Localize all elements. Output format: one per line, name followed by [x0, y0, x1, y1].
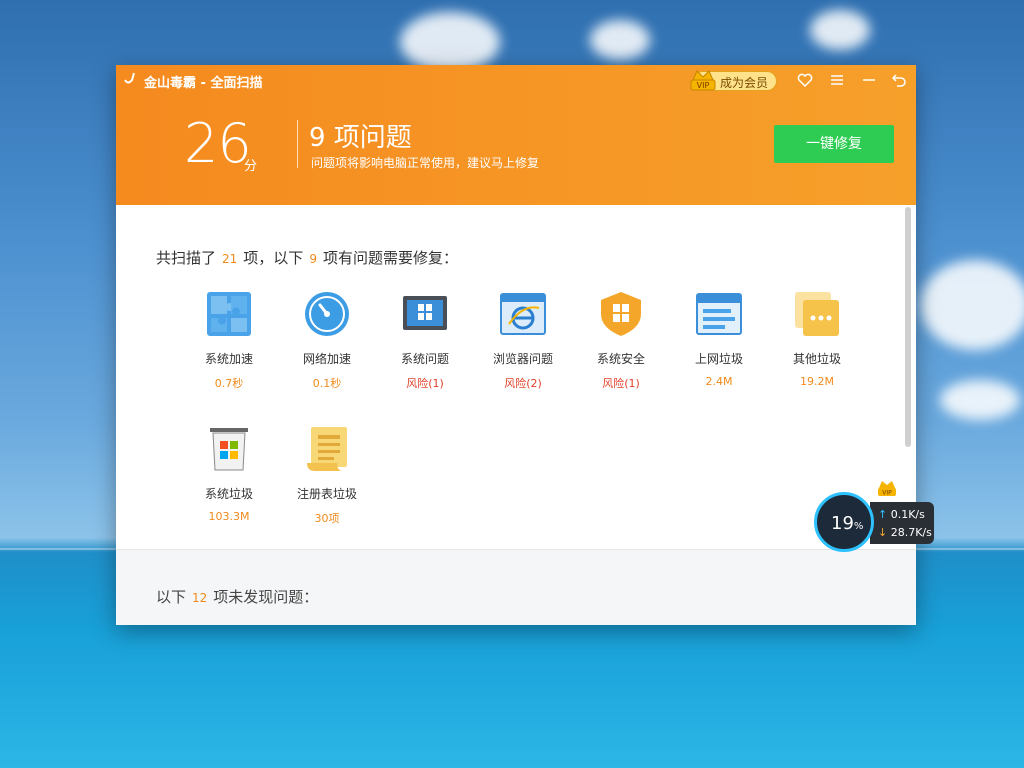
download-arrow-icon: ↓	[878, 526, 888, 539]
item-name: 浏览器问题	[492, 352, 553, 366]
svg-text:VIP: VIP	[882, 490, 892, 497]
scan-summary: 共扫描了 21 项，以下 9 项有问题需要修复：	[156, 247, 458, 268]
scanned-count: 21	[222, 252, 238, 266]
no-issues-summary: 以下 12 项未发现问题：	[156, 586, 318, 607]
item-system-issues[interactable]: 系统问题 风险(1)	[385, 290, 465, 391]
item-name: 系统问题	[400, 352, 449, 366]
item-name: 系统垃圾	[204, 487, 253, 501]
item-system-security[interactable]: 系统安全 风险(1)	[581, 290, 661, 391]
item-name: 上网垃圾	[694, 352, 743, 366]
folder-dots-icon	[795, 292, 839, 336]
header-banner: 金山毒霸 - 全面扫描 VIP 成为会员 26 分 9 项问题 问题项将影响电脑…	[116, 65, 916, 205]
windows-trash-icon	[210, 428, 248, 471]
item-system-speedup[interactable]: 系统加速 0.7秒	[189, 290, 269, 391]
background-cloud	[920, 260, 1024, 350]
score-unit: 分	[244, 159, 258, 174]
item-value: 风险(2)	[504, 377, 542, 390]
app-logo-icon	[124, 72, 135, 84]
item-name: 系统安全	[596, 352, 645, 366]
windows-monitor-icon	[403, 296, 447, 330]
download-speed-value: 28.7K/s	[890, 526, 932, 539]
item-value: 103.3M	[208, 510, 250, 523]
registry-scroll-icon	[307, 427, 347, 471]
item-other-junk[interactable]: 其他垃圾 19.2M	[777, 290, 857, 388]
scrollbar-thumb[interactable]	[905, 207, 911, 447]
network-speed-widget[interactable]: ↑ 0.1K/s ↓ 28.7K/s 19% VIP	[814, 481, 934, 552]
no-issue-count: 12	[192, 591, 208, 605]
summary-prefix: 共扫描了	[156, 249, 217, 267]
windows-shield-icon	[601, 292, 641, 336]
title-bar[interactable]: 金山毒霸 - 全面扫描 VIP 成为会员	[116, 65, 916, 95]
item-value: 0.7秒	[214, 377, 244, 390]
footer-suffix: 项未发现问题：	[213, 588, 319, 606]
browser-window-icon	[696, 293, 742, 335]
upload-speed: ↑ 0.1K/s	[878, 508, 925, 521]
item-system-junk[interactable]: 系统垃圾 103.3M	[189, 425, 269, 523]
background-cloud	[400, 12, 500, 72]
menu-icon[interactable]	[828, 71, 846, 89]
download-speed: ↓ 28.7K/s	[878, 526, 932, 539]
heart-icon[interactable]	[796, 71, 814, 89]
back-icon[interactable]	[890, 71, 908, 89]
background-cloud	[590, 20, 650, 60]
item-registry-junk[interactable]: 注册表垃圾 30项	[287, 425, 367, 526]
upload-speed-value: 0.1K/s	[890, 508, 925, 521]
summary-suffix: 项有问题需要修复：	[322, 249, 458, 267]
item-value: 风险(1)	[602, 377, 640, 390]
speed-panel: ↑ 0.1K/s ↓ 28.7K/s	[870, 502, 934, 544]
vip-crown-icon: VIP	[690, 70, 716, 91]
issues-title: 9 项问题	[309, 123, 412, 153]
upload-arrow-icon: ↑	[878, 508, 888, 521]
item-name: 系统加速	[204, 352, 253, 366]
become-member-label: 成为会员	[720, 76, 769, 90]
usage-percent-sign: %	[853, 521, 864, 532]
speedometer-icon	[305, 292, 349, 336]
svg-text:VIP: VIP	[697, 81, 710, 90]
scan-window: 金山毒霸 - 全面扫描 VIP 成为会员 26 分 9 项问题 问题项将影响电脑…	[116, 65, 916, 625]
issues-subtitle: 问题项将影响电脑正常使用，建议马上修复	[311, 156, 540, 170]
item-name: 网络加速	[302, 352, 351, 366]
item-value: 2.4M	[705, 375, 733, 388]
background-cloud	[810, 10, 870, 50]
score-value: 26	[184, 112, 252, 175]
item-value: 19.2M	[800, 375, 834, 388]
item-internet-junk[interactable]: 上网垃圾 2.4M	[679, 290, 759, 388]
usage-percent: 19%	[831, 513, 863, 534]
item-browser-issues[interactable]: 浏览器问题 风险(2)	[483, 290, 563, 391]
no-issues-section[interactable]: 以下 12 项未发现问题：	[116, 549, 916, 625]
app-title: 金山毒霸 - 全面扫描	[144, 76, 263, 91]
footer-prefix: 以下	[156, 588, 187, 606]
item-value: 0.1秒	[312, 377, 342, 390]
vip-crown-icon: VIP	[878, 481, 896, 497]
background-cloud	[940, 380, 1020, 420]
header-divider	[297, 120, 298, 168]
minimize-icon[interactable]	[860, 71, 878, 89]
item-value: 30项	[314, 512, 340, 525]
usage-percent-value: 19	[831, 513, 854, 534]
item-name: 注册表垃圾	[296, 487, 357, 501]
problem-count: 9	[309, 252, 317, 266]
puzzle-icon	[207, 292, 251, 336]
item-name: 其他垃圾	[792, 352, 841, 366]
item-network-speedup[interactable]: 网络加速 0.1秒	[287, 290, 367, 391]
summary-middle: 项，以下	[243, 249, 304, 267]
memory-usage-circle[interactable]: 19%	[814, 492, 874, 552]
scan-results: 共扫描了 21 项，以下 9 项有问题需要修复： 系统加速 0.7秒 网络加速 0.1秒	[116, 205, 916, 549]
become-member-button[interactable]: VIP 成为会员	[690, 70, 777, 91]
one-click-fix-button[interactable]: 一键修复	[774, 125, 894, 163]
item-value: 风险(1)	[406, 377, 444, 390]
ie-browser-icon	[500, 293, 546, 335]
